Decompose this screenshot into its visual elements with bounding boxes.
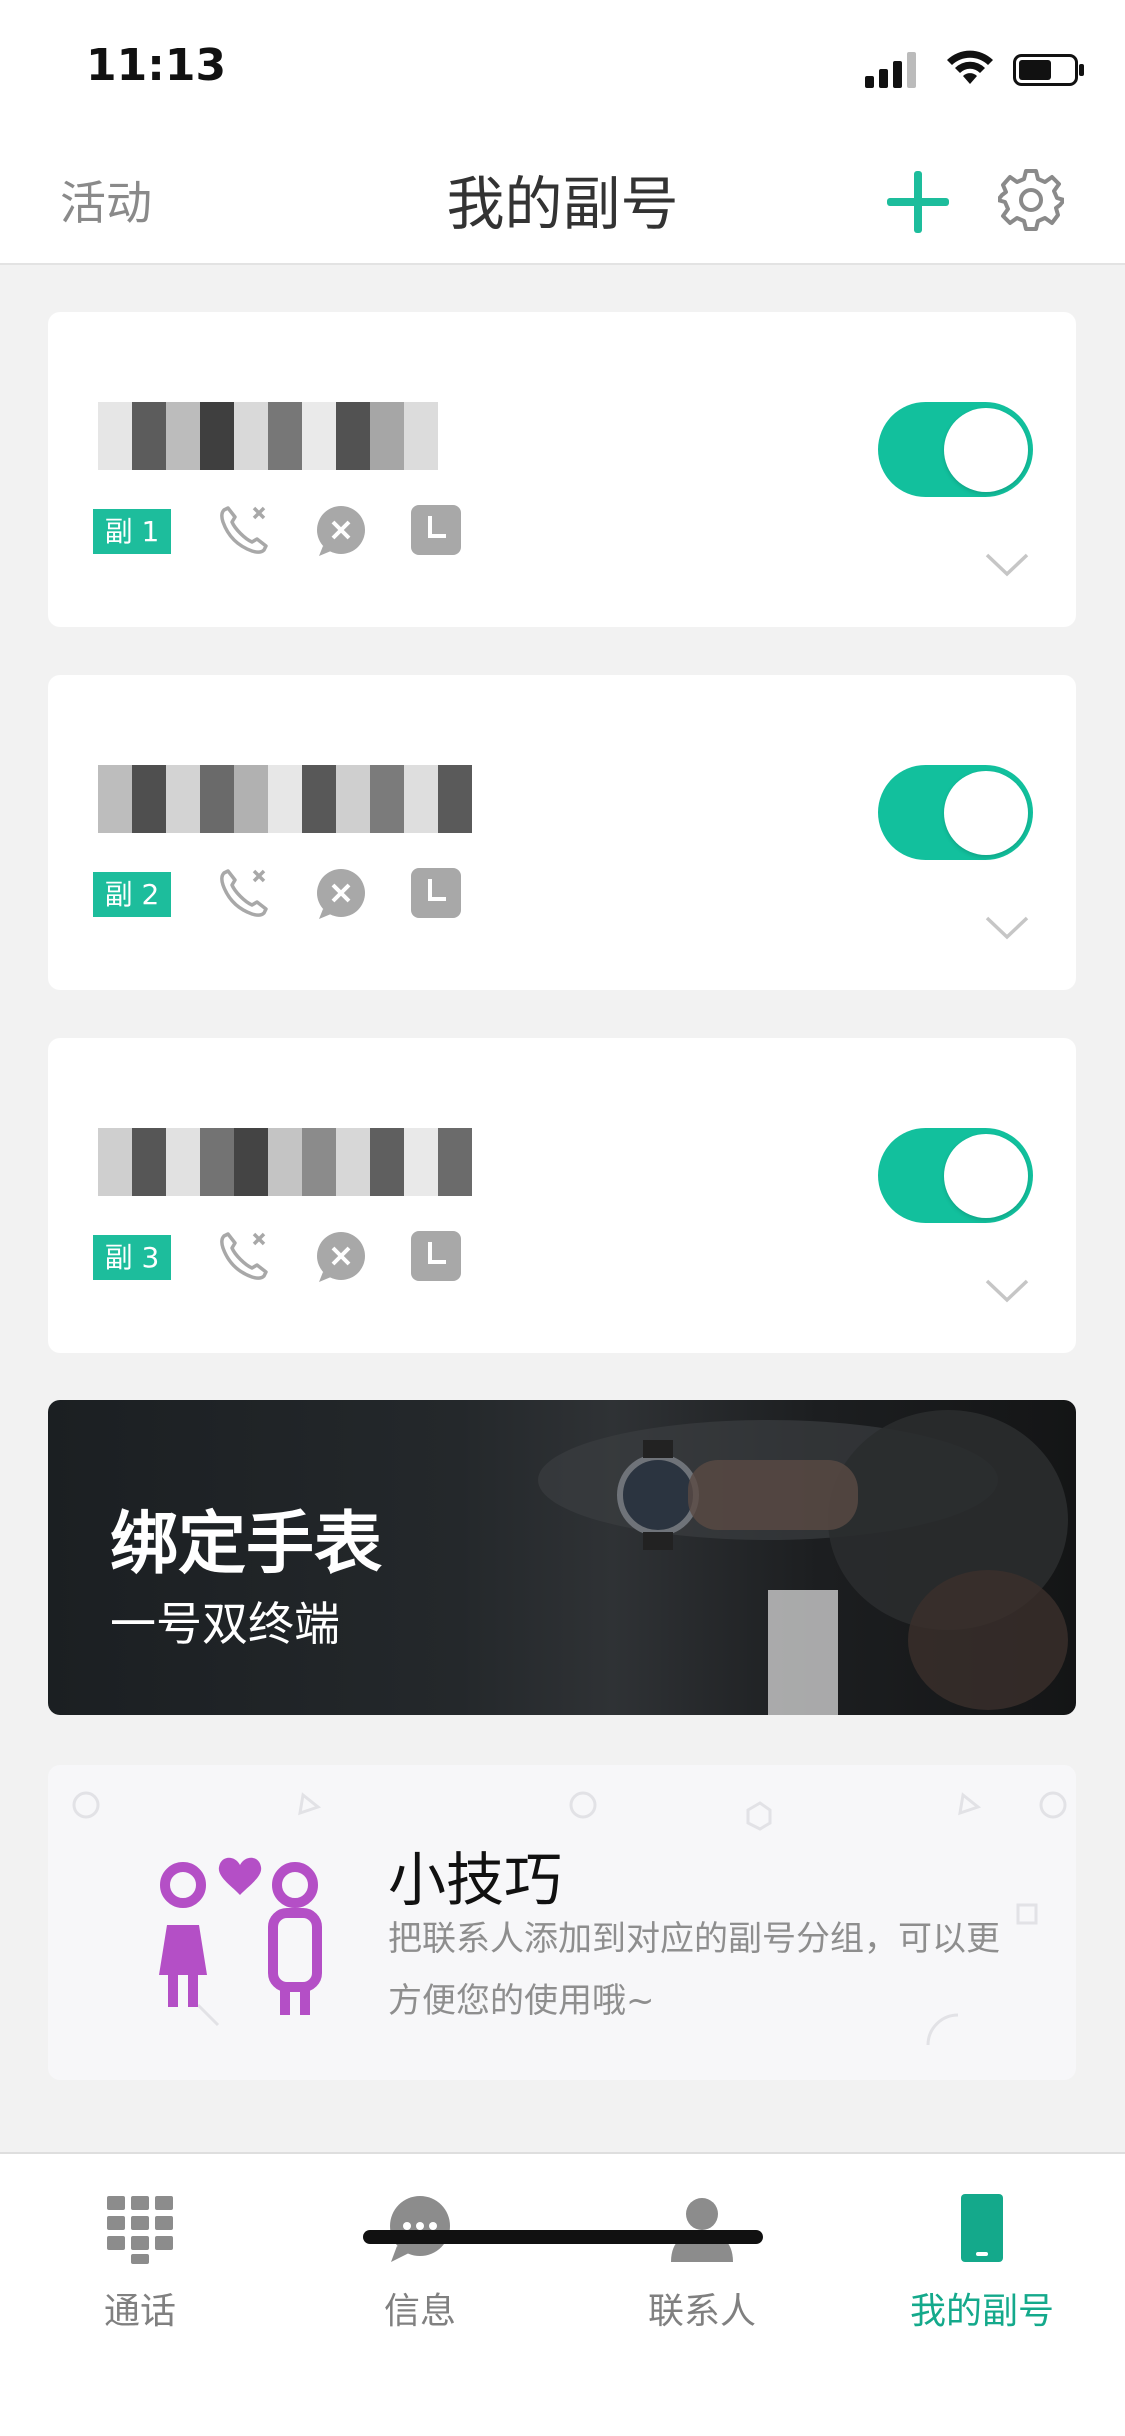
dialpad-icon [107,2196,173,2264]
message-block-icon[interactable] [313,1228,369,1284]
chevron-down-icon[interactable] [985,552,1029,578]
schedule-icon[interactable] [408,865,464,921]
tab-label: 信息 [383,2291,456,2332]
status-time: 11:13 [86,40,227,91]
add-icon[interactable] [887,171,949,233]
masked-phone-number [98,1128,472,1196]
message-block-icon[interactable] [313,502,369,558]
call-block-icon[interactable] [216,1228,272,1284]
banner-subtitle: 一号双终端 [110,1597,340,1651]
phone-device-icon [961,2194,1003,2262]
tips-body: 把联系人添加到对应的副号分组，可以更方便您的使用哦~ [388,1919,1000,2021]
chat-bubble-icon [390,2196,450,2262]
sub-number-card-2[interactable]: 副 2 [48,675,1076,990]
status-bar: 11:13 [0,0,1125,135]
battery-icon [1013,54,1084,86]
tab-label: 我的副号 [909,2291,1054,2332]
wifi-icon [947,50,993,84]
home-indicator [363,2230,763,2244]
signal-icon [865,52,925,88]
page-title: 我的副号 [446,170,679,238]
masked-phone-number [98,402,438,470]
sub-number-toggle[interactable] [878,402,1033,497]
tab-calls[interactable]: 通话 [40,2194,240,2334]
sub-number-tag: 副 2 [93,872,171,917]
tab-contacts[interactable]: 联系人 [602,2194,802,2334]
call-block-icon[interactable] [216,865,272,921]
sub-number-tag: 副 3 [93,1235,171,1280]
gear-icon[interactable] [998,167,1064,233]
header: 活动 我的副号 [0,135,1125,265]
couple-heart-icon [159,1857,322,2015]
sub-number-toggle[interactable] [878,765,1033,860]
person-icon [671,2198,733,2262]
tab-my-sub-numbers[interactable]: 我的副号 [882,2194,1082,2334]
schedule-icon[interactable] [408,502,464,558]
tab-messages[interactable]: 信息 [320,2194,520,2334]
tab-label: 联系人 [647,2291,756,2332]
message-block-icon[interactable] [313,865,369,921]
tips-card: 小技巧 把联系人添加到对应的副号分组，可以更方便您的使用哦~ [48,1765,1076,2080]
sub-number-tag: 副 1 [93,509,171,554]
tips-title: 小技巧 [388,1846,563,1914]
masked-phone-number [98,765,472,833]
status-icons [865,48,1085,88]
call-block-icon[interactable] [216,502,272,558]
sub-number-card-3[interactable]: 副 3 [48,1038,1076,1353]
bind-watch-banner[interactable]: 绑定手表 一号双终端 [48,1400,1076,1715]
tab-label: 通话 [103,2291,176,2332]
bottom-tab-bar: 通话 信息 联系人 我的副号 [0,2152,1125,2436]
chevron-down-icon[interactable] [985,1278,1029,1304]
schedule-icon[interactable] [408,1228,464,1284]
sub-number-toggle[interactable] [878,1128,1033,1223]
chevron-down-icon[interactable] [985,915,1029,941]
banner-title: 绑定手表 [110,1505,383,1584]
sub-number-card-1[interactable]: 副 1 [48,312,1076,627]
